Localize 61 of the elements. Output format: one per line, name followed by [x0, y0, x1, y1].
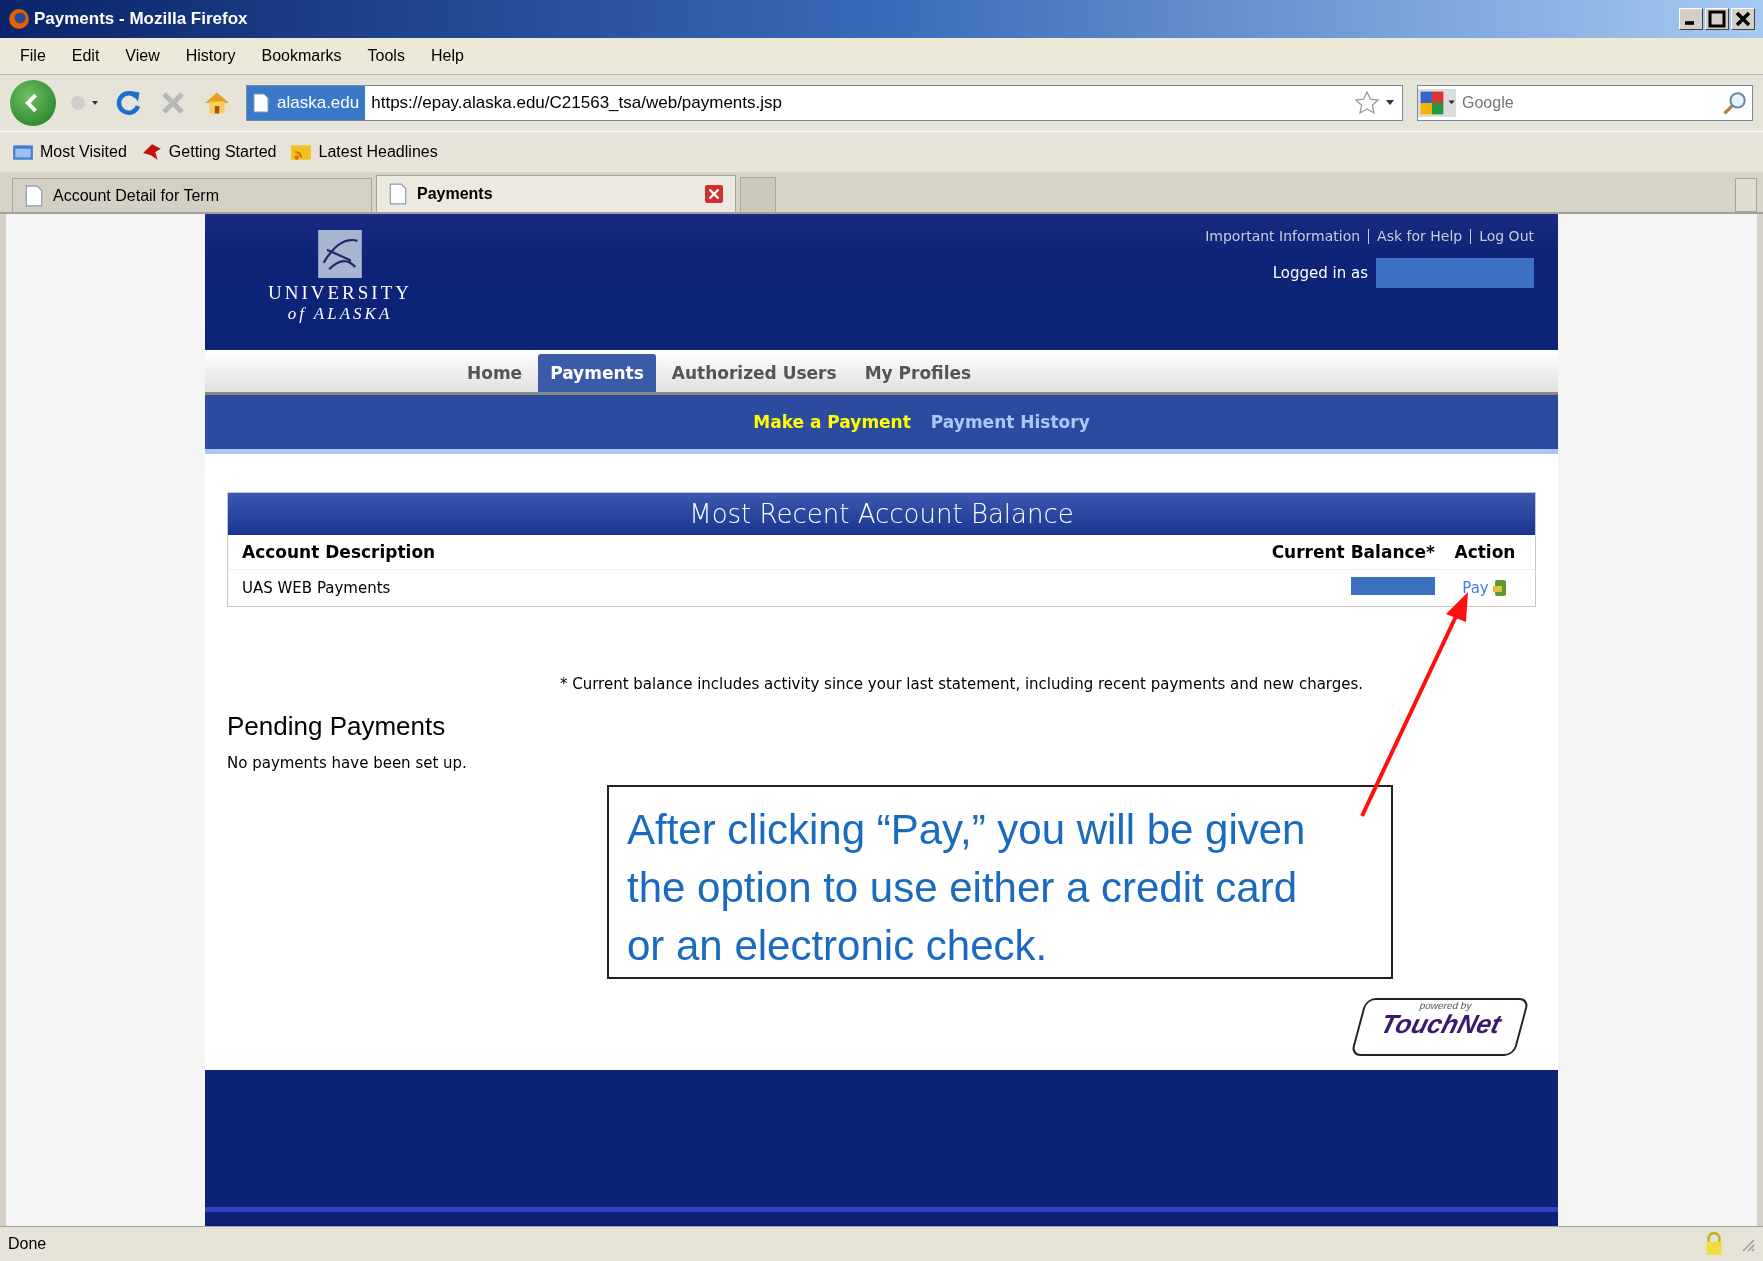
table-title: Most Recent Account Balance: [228, 493, 1535, 535]
menu-item[interactable]: Help: [418, 47, 476, 65]
nav-tab[interactable]: My Profiles: [852, 354, 984, 392]
address-bar[interactable]: alaska.edu https://epay.alaska.edu/C21563_tsa/web/payments.jsp: [246, 85, 1403, 121]
folder-icon: [12, 142, 34, 162]
menu-item[interactable]: Tools: [355, 47, 417, 65]
menu-item[interactable]: Edit: [59, 47, 112, 65]
close-tab-icon[interactable]: [705, 185, 723, 203]
university-emblem-icon: [318, 230, 362, 278]
nav-tab[interactable]: Payments: [538, 354, 656, 392]
column-header: Action: [1453, 542, 1517, 562]
column-header: Current Balance*: [1270, 542, 1435, 562]
header-link[interactable]: Ask for Help: [1377, 228, 1463, 244]
back-button[interactable]: [10, 80, 56, 126]
section-heading: Pending Payments: [227, 711, 447, 742]
footnote: * Current balance includes activity since your last statement, including recent payments and new charges.: [558, 675, 1365, 693]
callout-text: After clicking “Pay,” you will be given the option to use either a credit card or an electronic check.: [627, 806, 1306, 969]
feed-icon: [290, 142, 313, 162]
search-icon[interactable]: [1722, 90, 1748, 116]
firefox-logo-icon: [8, 8, 30, 30]
browser-tab[interactable]: Account Detail for Term: [12, 178, 372, 212]
site-identity-button[interactable]: alaska.edu: [247, 86, 366, 120]
window-title: Payments - Mozilla Firefox: [34, 9, 248, 29]
url-text: https://epay.alaska.edu/C21563_tsa/web/payments.jsp: [371, 93, 783, 113]
dropdown-caret-icon[interactable]: [1386, 100, 1394, 106]
logo-text: of ALASKA: [287, 304, 393, 324]
search-box[interactable]: Google: [1417, 85, 1753, 121]
bookmark-item[interactable]: Latest Headlines: [290, 142, 438, 162]
subnav-link[interactable]: Payment History: [930, 412, 1090, 432]
menu-item[interactable]: File: [8, 47, 58, 65]
minimize-button[interactable]: [1679, 8, 1703, 30]
maximize-icon: [1706, 9, 1728, 29]
nav-tab[interactable]: Home: [455, 354, 535, 392]
lock-icon: [1703, 1231, 1725, 1257]
logged-in-label: Logged in as: [1272, 264, 1368, 282]
page-icon: [253, 93, 269, 113]
star-icon[interactable]: [1354, 90, 1380, 116]
menu-item[interactable]: History: [173, 47, 248, 65]
nav-tab[interactable]: Authorized Users: [659, 354, 849, 392]
column-header: Account Description: [241, 542, 437, 562]
search-engine-icon[interactable]: [1418, 89, 1456, 117]
header-link[interactable]: Important Information: [1205, 228, 1361, 244]
pay-link[interactable]: Pay: [1462, 579, 1508, 597]
close-button[interactable]: [1731, 8, 1755, 30]
page-icon: [389, 183, 407, 205]
status-text: Done: [8, 1235, 47, 1253]
page-icon: [25, 184, 43, 207]
touchnet-logo: powered by TouchNet: [1350, 998, 1530, 1056]
bookmark-item[interactable]: Most Visited: [12, 142, 127, 162]
bookmark-item[interactable]: Getting Started: [140, 142, 277, 162]
table-cell-text: UAS WEB Payments: [241, 579, 392, 597]
header-link[interactable]: Log Out: [1479, 228, 1534, 244]
logo-text: UNIVERSITY: [268, 282, 412, 304]
subnav-link[interactable]: Make a Payment: [753, 412, 911, 432]
maximize-button[interactable]: [1705, 8, 1729, 30]
menu-item[interactable]: View: [113, 47, 172, 65]
minimize-icon: [1685, 21, 1694, 25]
browser-tab[interactable]: Payments: [376, 175, 736, 212]
menu-item[interactable]: Bookmarks: [249, 47, 354, 65]
empty-message: No payments have been set up.: [227, 754, 468, 772]
wallet-icon: [1491, 579, 1508, 597]
